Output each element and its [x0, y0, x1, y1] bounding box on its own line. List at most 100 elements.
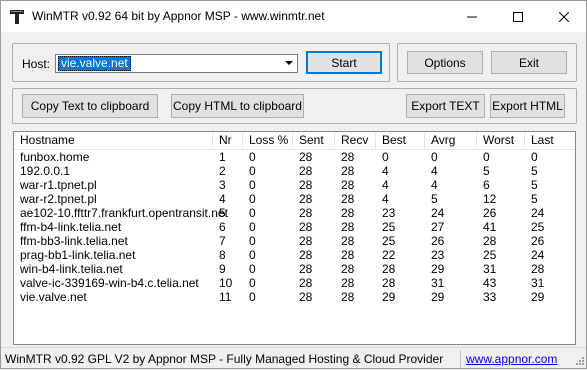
minimize-button[interactable]	[449, 1, 495, 32]
table-cell: 0	[249, 248, 256, 262]
table-row[interactable]: vie.valve.net 11 0 28 28 29 29 33 29	[14, 290, 575, 304]
table-cell: 28	[299, 234, 313, 248]
table-cell: 5	[531, 164, 538, 178]
table-cell: 9	[219, 262, 226, 276]
table-cell: 28	[341, 206, 355, 220]
table-cell: 28	[341, 290, 355, 304]
maximize-button[interactable]	[495, 1, 541, 32]
table-cell: 24	[531, 248, 545, 262]
table-cell: 22	[382, 248, 396, 262]
table-cell: 12	[483, 192, 497, 206]
table-cell: 28	[341, 192, 355, 206]
export-html-button[interactable]: Export HTML	[490, 94, 565, 118]
table-cell: 25	[483, 248, 497, 262]
table-cell: 6	[483, 178, 490, 192]
table-row[interactable]: valve-ic-339169-win-b4.c.telia.net 10 0 28 2…	[14, 276, 575, 290]
column-header[interactable]: Worst	[477, 132, 525, 149]
table-cell: 0	[531, 150, 538, 164]
table-row[interactable]: win-b4-link.telia.net 9 0 28 28 28 29 31 28	[14, 262, 575, 276]
close-button[interactable]	[541, 1, 587, 32]
table-cell: 10	[219, 276, 233, 290]
table-cell: 4	[219, 192, 226, 206]
exit-button[interactable]: Exit	[491, 51, 567, 74]
table-cell: 29	[431, 262, 445, 276]
column-header[interactable]: Last	[525, 132, 575, 149]
table-cell: 28	[341, 178, 355, 192]
table-cell: 4	[382, 164, 389, 178]
status-divider	[460, 350, 461, 368]
copy-text-button-label: Copy Text to clipboard	[30, 99, 150, 113]
column-header[interactable]: Hostname	[14, 132, 213, 149]
table-cell: vie.valve.net	[20, 290, 87, 304]
table-cell: 28	[382, 262, 396, 276]
table-cell: 28	[299, 178, 313, 192]
results-table[interactable]: Hostname Nr Loss % Sent Recv Best Avrg W…	[13, 131, 576, 345]
column-header[interactable]: Sent	[293, 132, 335, 149]
table-cell: 28	[299, 262, 313, 276]
table-cell: 5	[219, 206, 226, 220]
table-cell: 28	[299, 220, 313, 234]
table-row[interactable]: war-r2.tpnet.pl 4 0 28 28 4 5 12 5	[14, 192, 575, 206]
table-cell: 26	[483, 206, 497, 220]
copy-text-button[interactable]: Copy Text to clipboard	[22, 94, 158, 118]
table-cell: 4	[382, 178, 389, 192]
table-cell: war-r1.tpnet.pl	[20, 178, 97, 192]
column-header[interactable]: Best	[376, 132, 425, 149]
table-cell: 7	[219, 234, 226, 248]
table-header: Hostname Nr Loss % Sent Recv Best Avrg W…	[14, 132, 575, 150]
table-row[interactable]: funbox.home 1 0 28 28 0 0 0 0	[14, 150, 575, 164]
table-cell: win-b4-link.telia.net	[20, 262, 123, 276]
copy-html-button[interactable]: Copy HTML to clipboard	[171, 94, 304, 118]
table-cell: 31	[531, 276, 545, 290]
table-cell: 28	[341, 234, 355, 248]
table-cell: 28	[299, 248, 313, 262]
options-button[interactable]: Options	[407, 51, 483, 74]
maximize-icon	[513, 11, 523, 22]
table-cell: funbox.home	[20, 150, 90, 164]
appnor-link[interactable]: www.appnor.com	[466, 352, 557, 366]
table-cell: prag-bb1-link.telia.net	[20, 248, 136, 262]
host-input-value[interactable]: vie.valve.net	[58, 56, 131, 71]
table-row[interactable]: 192.0.0.1 2 0 28 28 4 4 5 5	[14, 164, 575, 178]
column-header[interactable]: Recv	[335, 132, 376, 149]
table-cell: 28	[341, 262, 355, 276]
title-bar[interactable]: WinMTR v0.92 64 bit by Appnor MSP - www.…	[1, 1, 586, 32]
export-html-button-label: Export HTML	[492, 99, 563, 113]
table-cell: 4	[431, 164, 438, 178]
column-header[interactable]: Loss %	[243, 132, 293, 149]
table-row[interactable]: ae102-10.ffttr7.frankfurt.opentransit.ne…	[14, 206, 575, 220]
table-cell: 0	[431, 150, 438, 164]
table-cell: 28	[299, 164, 313, 178]
column-header[interactable]: Avrg	[425, 132, 477, 149]
exit-button-label: Exit	[518, 55, 539, 70]
table-cell: 23	[382, 206, 396, 220]
table-cell: 29	[382, 290, 396, 304]
table-cell: 28	[483, 234, 497, 248]
table-row[interactable]: ffm-bb3-link.telia.net 7 0 28 28 25 26 28 26	[14, 234, 575, 248]
export-text-button-label: Export TEXT	[411, 99, 480, 113]
table-cell: 43	[483, 276, 497, 290]
table-cell: 25	[382, 234, 396, 248]
table-cell: 28	[341, 150, 355, 164]
table-cell: 28	[341, 248, 355, 262]
chevron-down-icon[interactable]	[280, 55, 297, 72]
column-header[interactable]: Nr	[213, 132, 243, 149]
table-row[interactable]: prag-bb1-link.telia.net 8 0 28 28 22 23 25 24	[14, 248, 575, 262]
start-button[interactable]: Start	[306, 51, 382, 74]
app-window: WinMTR v0.92 64 bit by Appnor MSP - www.…	[0, 0, 587, 369]
resize-grip-icon[interactable]	[574, 354, 584, 368]
table-cell: 41	[483, 220, 497, 234]
table-cell: 26	[431, 234, 445, 248]
table-cell: 33	[483, 290, 497, 304]
host-combobox[interactable]: vie.valve.net	[55, 54, 298, 73]
export-text-button[interactable]: Export TEXT	[406, 94, 485, 118]
app-icon	[9, 9, 25, 25]
table-cell: 0	[483, 150, 490, 164]
close-icon	[559, 11, 569, 22]
table-cell: 4	[382, 192, 389, 206]
table-cell: 0	[249, 178, 256, 192]
table-row[interactable]: war-r1.tpnet.pl 3 0 28 28 4 4 6 5	[14, 178, 575, 192]
table-cell: 6	[219, 220, 226, 234]
table-row[interactable]: ffm-b4-link.telia.net 6 0 28 28 25 27 41 25	[14, 220, 575, 234]
options-button-label: Options	[424, 55, 466, 70]
